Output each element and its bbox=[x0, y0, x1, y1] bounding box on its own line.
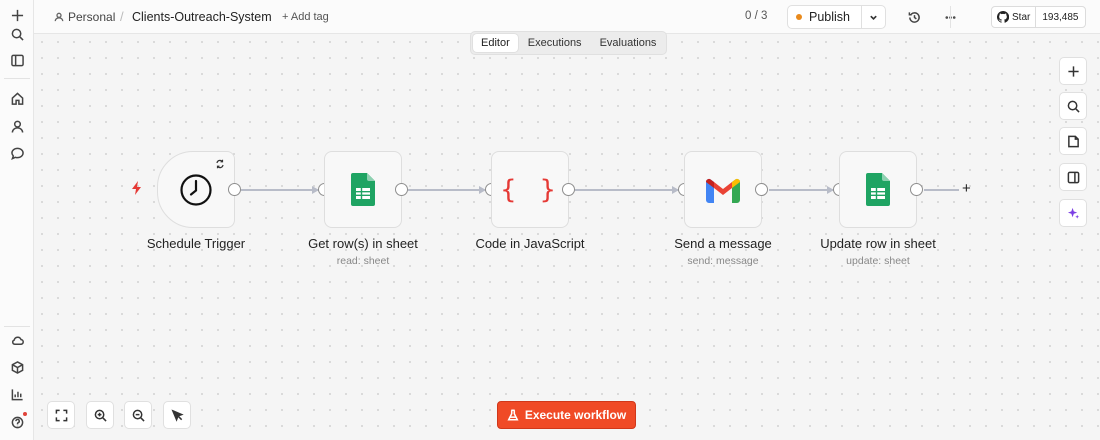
zoom-in-icon bbox=[94, 409, 107, 422]
output-handle[interactable] bbox=[910, 183, 923, 196]
status-dot bbox=[796, 14, 802, 20]
github-star-button[interactable]: Star 193,485 bbox=[991, 6, 1086, 28]
node-update-row[interactable] bbox=[839, 151, 917, 228]
breadcrumb-separator: / bbox=[120, 9, 124, 24]
user-icon bbox=[54, 12, 64, 22]
tab-executions[interactable]: Executions bbox=[520, 34, 590, 52]
search-icon bbox=[1067, 100, 1080, 113]
refresh-icon bbox=[216, 159, 224, 169]
github-star-count: 193,485 bbox=[1042, 11, 1079, 23]
node-title: Code in JavaScript bbox=[475, 236, 585, 251]
output-handle[interactable] bbox=[228, 183, 241, 196]
execute-workflow-button[interactable]: Execute workflow bbox=[497, 401, 636, 429]
add-node-button[interactable] bbox=[1059, 57, 1087, 85]
breadcrumb-project-label: Personal bbox=[68, 10, 116, 24]
fullscreen-icon bbox=[55, 409, 67, 421]
node-code-javascript[interactable]: { } bbox=[491, 151, 569, 228]
connection-line bbox=[924, 189, 959, 191]
search-icon[interactable] bbox=[5, 22, 29, 46]
google-sheets-icon bbox=[866, 173, 890, 206]
zoom-in-button[interactable] bbox=[86, 401, 114, 429]
left-sidebar bbox=[0, 0, 34, 440]
zoom-out-button[interactable] bbox=[124, 401, 152, 429]
github-icon bbox=[997, 11, 1009, 23]
node-title: Get row(s) in sheet bbox=[308, 236, 418, 251]
connection-line bbox=[575, 189, 679, 191]
fit-view-button[interactable] bbox=[47, 401, 75, 429]
node-send-message[interactable] bbox=[684, 151, 762, 228]
github-star-label-area: Star bbox=[992, 7, 1037, 27]
publish-label: Publish bbox=[809, 10, 850, 24]
sparkle-icon bbox=[1067, 207, 1079, 219]
execute-workflow-label: Execute workflow bbox=[524, 408, 627, 422]
breadcrumb-project[interactable]: Personal bbox=[54, 10, 115, 24]
top-bar: Personal / Clients-Outreach-System + Add… bbox=[34, 0, 1100, 34]
output-handle[interactable] bbox=[395, 183, 408, 196]
ai-assistant-button[interactable] bbox=[1059, 199, 1087, 227]
cursor-icon bbox=[170, 408, 184, 422]
tab-evaluations[interactable]: Evaluations bbox=[592, 34, 665, 52]
add-tag-button[interactable]: + Add tag bbox=[282, 11, 329, 23]
sticky-note-button[interactable] bbox=[1059, 127, 1087, 155]
bar-chart-icon[interactable] bbox=[5, 382, 29, 406]
node-title: Send a message bbox=[674, 236, 772, 251]
clock-icon bbox=[180, 173, 212, 206]
user-icon[interactable] bbox=[5, 114, 29, 138]
node-subtitle: read: sheet bbox=[336, 255, 390, 267]
plus-icon bbox=[1067, 65, 1079, 77]
toolbar-divider bbox=[950, 6, 951, 28]
publish-button-group: Publish bbox=[787, 5, 886, 29]
code-braces-icon: { } bbox=[500, 174, 560, 205]
chat-icon[interactable] bbox=[5, 141, 29, 165]
connection-line bbox=[241, 189, 319, 191]
panel-toggle-button[interactable] bbox=[1059, 163, 1087, 191]
add-next-node-button[interactable]: + bbox=[962, 180, 971, 198]
output-handle[interactable] bbox=[755, 183, 768, 196]
node-title: Update row in sheet bbox=[820, 236, 936, 251]
sidebar-toggle-icon[interactable] bbox=[5, 48, 29, 72]
connection-line bbox=[408, 189, 486, 191]
publish-dropdown-button[interactable] bbox=[861, 6, 885, 28]
sidebar-divider bbox=[4, 78, 30, 79]
tidy-up-button[interactable] bbox=[163, 401, 191, 429]
google-sheets-icon bbox=[351, 173, 375, 206]
gmail-icon bbox=[706, 178, 740, 203]
history-icon[interactable] bbox=[905, 8, 923, 26]
note-icon bbox=[1067, 135, 1079, 147]
steps-counter: 0 / 3 bbox=[745, 10, 768, 22]
view-tabs: Editor Executions Evaluations bbox=[470, 31, 668, 55]
workflow-name[interactable]: Clients-Outreach-System bbox=[132, 10, 272, 24]
node-get-rows[interactable] bbox=[324, 151, 402, 228]
connection-line bbox=[769, 189, 834, 191]
help-icon[interactable] bbox=[5, 410, 29, 434]
home-icon[interactable] bbox=[5, 86, 29, 110]
github-star-label: Star bbox=[1012, 11, 1031, 23]
node-title: Schedule Trigger bbox=[146, 236, 246, 251]
panel-icon bbox=[1067, 171, 1079, 183]
zoom-out-icon bbox=[132, 409, 145, 422]
node-schedule-trigger[interactable] bbox=[157, 151, 235, 228]
trigger-bolt-icon bbox=[132, 181, 141, 195]
output-handle[interactable] bbox=[562, 183, 575, 196]
chevron-down-icon bbox=[870, 15, 877, 20]
cloud-icon[interactable] bbox=[5, 328, 29, 352]
node-subtitle: update: sheet bbox=[846, 255, 910, 267]
sidebar-divider bbox=[4, 326, 30, 327]
search-nodes-button[interactable] bbox=[1059, 92, 1087, 120]
publish-button[interactable]: Publish bbox=[788, 6, 861, 28]
node-subtitle: send: message bbox=[687, 255, 759, 267]
package-icon[interactable] bbox=[5, 355, 29, 379]
notification-dot bbox=[23, 412, 27, 416]
flask-icon bbox=[507, 409, 519, 421]
tab-editor[interactable]: Editor bbox=[473, 34, 518, 52]
